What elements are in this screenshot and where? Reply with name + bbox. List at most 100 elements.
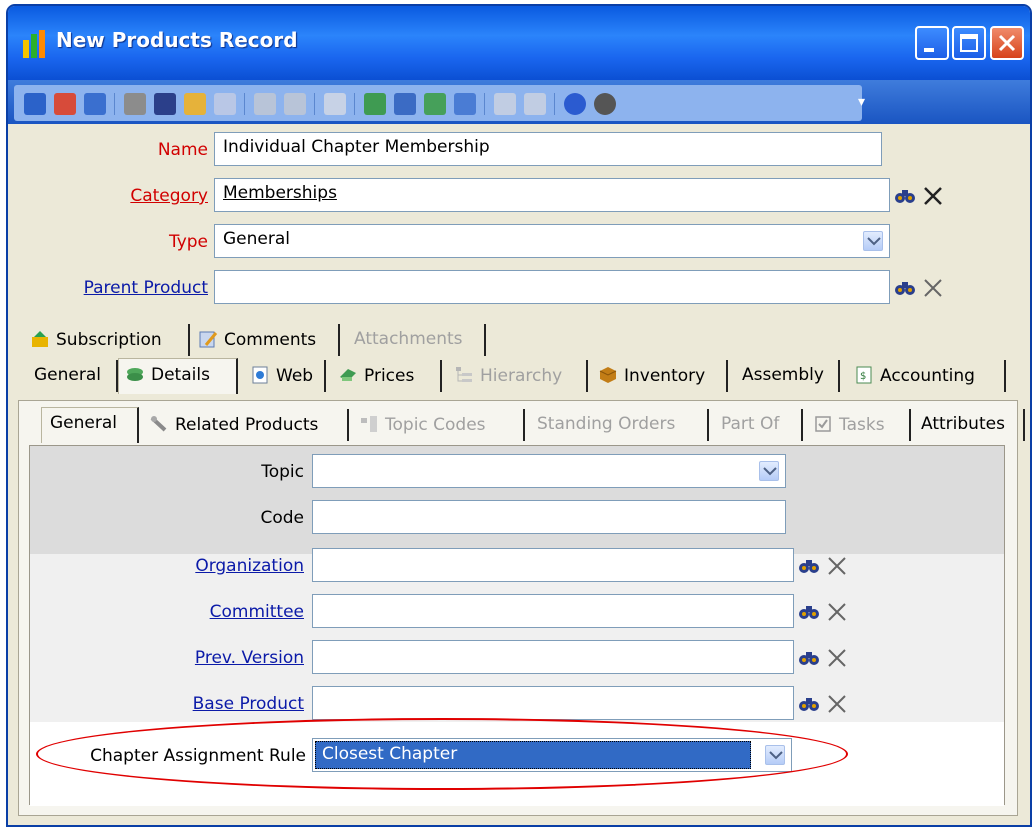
category-clear-icon[interactable]	[920, 180, 946, 210]
open-folder-icon[interactable]	[184, 93, 206, 115]
forward-icon[interactable]	[254, 93, 276, 115]
maximize-button[interactable]	[952, 26, 986, 60]
tab-hierarchy[interactable]: Hierarchy	[448, 360, 588, 392]
title-bar[interactable]: New Products Record	[8, 6, 1030, 80]
subtab-related-products[interactable]: Related Products	[145, 409, 349, 441]
organization-input[interactable]	[312, 548, 794, 582]
category-find-icon[interactable]	[892, 180, 918, 210]
type-label: Type	[168, 232, 208, 252]
subtab-standing-orders[interactable]: Standing Orders	[531, 409, 709, 441]
category-input[interactable]: Memberships	[214, 178, 890, 212]
details-panel: General Related Products Topic Codes Sta…	[18, 400, 1025, 816]
highlight-annotation	[36, 718, 848, 790]
app-logo-icon	[23, 30, 45, 58]
tab-row-1: Subscription Comments Attachments	[8, 324, 1008, 358]
hierarchy-icon	[456, 367, 472, 382]
toolbar: ▾	[8, 80, 1030, 124]
subtab-part-of[interactable]: Part Of	[715, 409, 803, 441]
tab-accounting[interactable]: $ Accounting	[848, 360, 1006, 392]
chevron-down-icon	[763, 467, 777, 476]
save-icon[interactable]	[24, 93, 46, 115]
code-input[interactable]	[312, 500, 786, 534]
tab-prices[interactable]: Prices	[332, 360, 442, 392]
subtab-tasks[interactable]: Tasks	[809, 409, 911, 441]
refresh-icon[interactable]	[454, 93, 476, 115]
committee-link[interactable]: Committee	[120, 602, 304, 622]
base-product-find-icon[interactable]	[796, 688, 822, 718]
topic-codes-icon	[361, 416, 377, 432]
print-icon[interactable]	[124, 93, 146, 115]
toolbar-separator	[314, 93, 315, 115]
tab-subscription[interactable]: Subscription	[26, 324, 190, 356]
committee-find-icon[interactable]	[796, 596, 822, 626]
base-product-link[interactable]: Base Product	[120, 694, 304, 714]
toolbar-strip	[14, 85, 862, 121]
topic-select[interactable]	[312, 454, 786, 488]
list-icon[interactable]	[214, 93, 236, 115]
tab-comments[interactable]: Comments	[194, 324, 340, 356]
toolbar-separator	[484, 93, 485, 115]
tab-attachments[interactable]: Attachments	[348, 324, 486, 356]
parent-find-icon[interactable]	[892, 272, 918, 302]
category-link[interactable]: Category	[68, 186, 208, 206]
save-close-icon[interactable]	[54, 93, 76, 115]
delete-icon[interactable]	[284, 93, 306, 115]
subtab-attributes[interactable]: Attributes	[915, 409, 1025, 441]
committee-input[interactable]	[312, 594, 794, 628]
info-icon[interactable]	[594, 93, 616, 115]
help-icon[interactable]	[564, 93, 586, 115]
window-title: New Products Record	[56, 28, 298, 52]
product-record-window: New Products Record ▾ Name Individual Ch…	[6, 4, 1032, 827]
close-icon	[998, 34, 1016, 52]
topic-dropdown-button[interactable]	[759, 461, 779, 481]
prev-version-clear-icon[interactable]	[824, 642, 850, 672]
parent-product-input[interactable]	[214, 270, 890, 304]
tab-details[interactable]: Details	[118, 358, 238, 394]
name-input[interactable]: Individual Chapter Membership	[214, 132, 882, 166]
committee-clear-icon[interactable]	[824, 596, 850, 626]
tab-assembly[interactable]: Assembly	[734, 360, 840, 392]
type-dropdown-button[interactable]	[863, 231, 883, 251]
parent-clear-icon[interactable]	[920, 272, 946, 302]
tab-inventory[interactable]: Inventory	[594, 360, 728, 392]
organization-clear-icon[interactable]	[824, 550, 850, 580]
base-product-clear-icon[interactable]	[824, 688, 850, 718]
topic-label: Topic	[261, 462, 304, 482]
subtab-general[interactable]: General	[41, 407, 139, 443]
base-product-input[interactable]	[312, 686, 794, 720]
type-select-value: General	[223, 229, 290, 249]
comments-icon	[199, 331, 218, 348]
close-button[interactable]	[990, 26, 1024, 60]
general-subpanel: Topic Code Organization Committee Prev. …	[29, 445, 1005, 806]
grid-icon[interactable]	[324, 93, 346, 115]
move-icon[interactable]	[364, 93, 386, 115]
organization-find-icon[interactable]	[796, 550, 822, 580]
subtab-topic-codes[interactable]: Topic Codes	[355, 409, 525, 441]
subscription-icon	[32, 331, 48, 347]
toolbar-overflow-icon[interactable]: ▾	[858, 94, 870, 116]
toolbar-separator	[554, 93, 555, 115]
web-icon[interactable]	[424, 93, 446, 115]
prev-version-find-icon[interactable]	[796, 642, 822, 672]
minimize-icon	[924, 48, 934, 52]
prev-version-input[interactable]	[312, 640, 794, 674]
parent-product-link[interactable]: Parent Product	[28, 278, 208, 298]
toolbar-separator	[244, 93, 245, 115]
svg-text:$: $	[860, 371, 866, 382]
link-icon[interactable]	[494, 93, 516, 115]
minimize-button[interactable]	[915, 26, 949, 60]
tab-web[interactable]: Web	[244, 360, 326, 392]
tab-general[interactable]: General	[26, 360, 118, 392]
related-products-icon	[150, 416, 167, 432]
main-form: Name Individual Chapter Membership Categ…	[8, 124, 1030, 324]
attach-icon[interactable]	[524, 93, 546, 115]
find-icon[interactable]	[154, 93, 176, 115]
copy-icon[interactable]	[394, 93, 416, 115]
save-new-icon[interactable]	[84, 93, 106, 115]
code-label: Code	[260, 508, 304, 528]
prev-version-link[interactable]: Prev. Version	[120, 648, 304, 668]
tasks-icon	[815, 416, 831, 432]
organization-link[interactable]: Organization	[120, 556, 304, 576]
type-select[interactable]: General	[214, 224, 890, 258]
inventory-icon	[599, 367, 617, 383]
